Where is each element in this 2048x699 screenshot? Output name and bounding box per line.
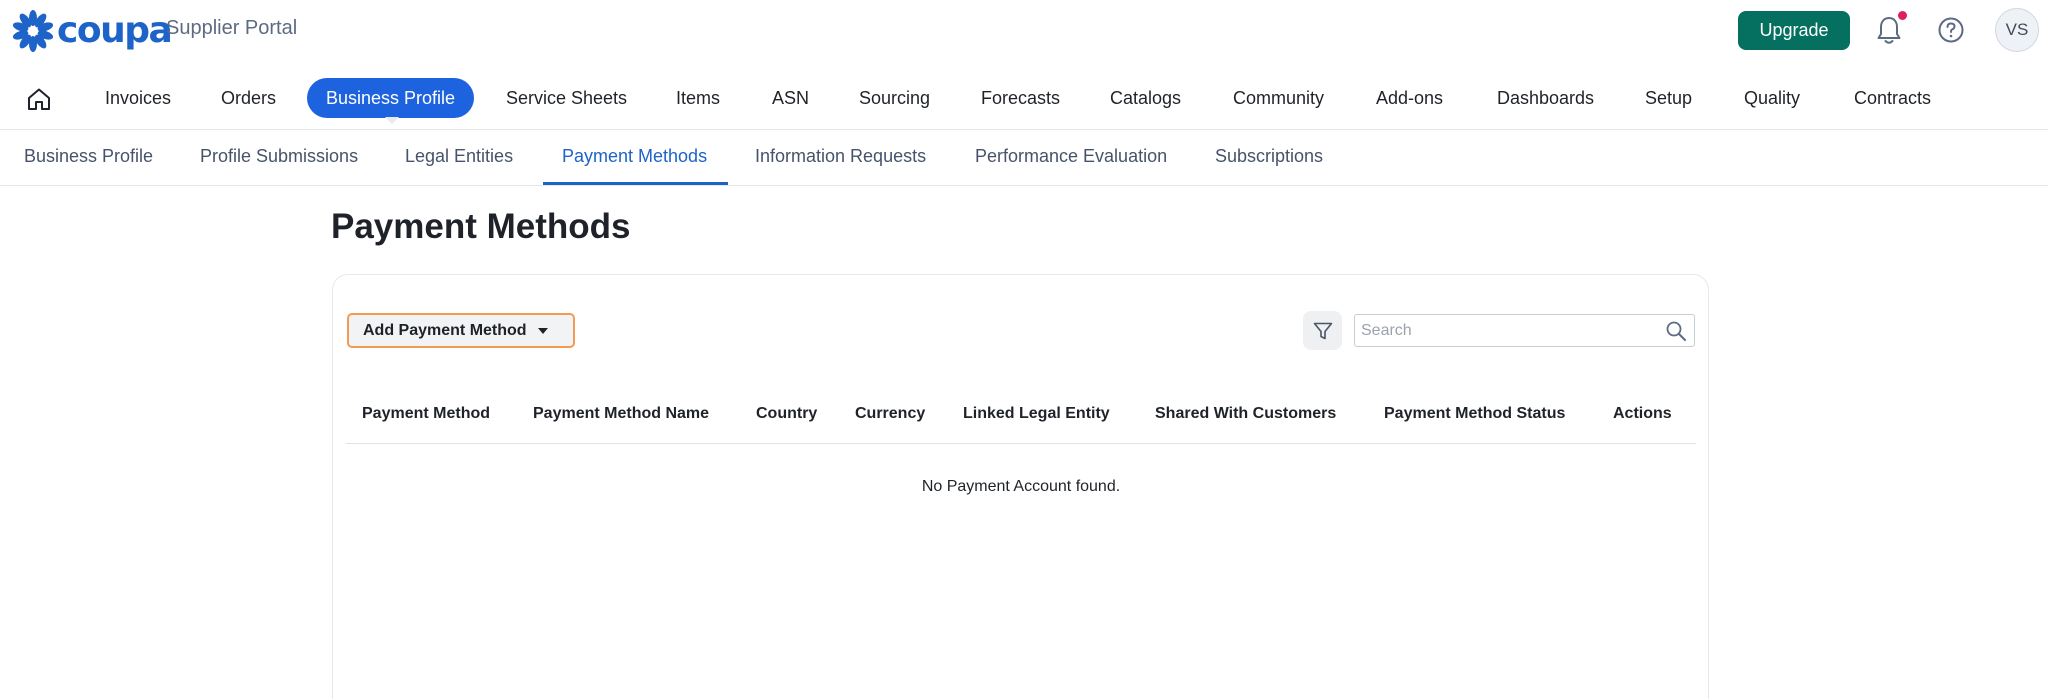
main-nav: Invoices Orders Business Profile Service… [0, 78, 2048, 120]
nav-item-quality[interactable]: Quality [1744, 78, 1800, 118]
tab-information-requests[interactable]: Information Requests [755, 146, 926, 167]
page-title: Payment Methods [331, 207, 631, 246]
tab-profile-submissions[interactable]: Profile Submissions [200, 146, 358, 167]
home-icon[interactable] [26, 86, 52, 112]
help-icon[interactable] [1937, 16, 1965, 44]
nav-item-setup[interactable]: Setup [1645, 78, 1692, 118]
filter-icon [1313, 322, 1332, 339]
column-header[interactable]: Payment Method [362, 405, 490, 423]
nav-item-invoices[interactable]: Invoices [105, 78, 171, 118]
nav-item-items[interactable]: Items [676, 78, 720, 118]
tab-subscriptions[interactable]: Subscriptions [1215, 146, 1323, 167]
search-icon[interactable] [1665, 320, 1687, 342]
tab-legal-entities[interactable]: Legal Entities [405, 146, 513, 167]
top-header: coupa Supplier Portal Upgrade VS [0, 0, 2048, 60]
add-payment-method-button[interactable]: Add Payment Method [347, 313, 575, 348]
tab-payment-methods[interactable]: Payment Methods [562, 146, 707, 167]
nav-item-add-ons[interactable]: Add-ons [1376, 78, 1443, 118]
caret-down-icon [537, 327, 548, 334]
tab-business-profile[interactable]: Business Profile [24, 146, 153, 167]
active-nav-pointer [385, 117, 399, 124]
upgrade-button[interactable]: Upgrade [1738, 11, 1850, 50]
add-payment-method-label: Add Payment Method [363, 321, 527, 339]
sub-nav: Business Profile Profile Submissions Leg… [0, 130, 2048, 185]
empty-state-message: No Payment Account found. [921, 478, 1121, 495]
column-header[interactable]: Actions [1613, 405, 1672, 423]
search-field [1354, 314, 1695, 347]
filter-button[interactable] [1303, 311, 1342, 350]
column-header[interactable]: Shared With Customers [1155, 405, 1336, 423]
column-header[interactable]: Linked Legal Entity [963, 405, 1110, 423]
nav-item-business-profile[interactable]: Business Profile [307, 78, 475, 118]
nav-item-asn[interactable]: ASN [772, 78, 809, 118]
nav-item-community[interactable]: Community [1233, 78, 1324, 118]
table-header-divider [346, 443, 1696, 444]
notification-badge [1898, 11, 1907, 20]
user-avatar[interactable]: VS [1995, 8, 2039, 52]
nav-item-forecasts[interactable]: Forecasts [981, 78, 1060, 118]
nav-item-contracts[interactable]: Contracts [1854, 78, 1931, 118]
column-header[interactable]: Country [756, 405, 817, 423]
nav-item-catalogs[interactable]: Catalogs [1110, 78, 1181, 118]
nav-item-service-sheets[interactable]: Service Sheets [506, 78, 627, 118]
logo-wordmark: coupa [57, 10, 173, 51]
tab-performance-evaluation[interactable]: Performance Evaluation [975, 146, 1167, 167]
search-input[interactable] [1361, 315, 1651, 346]
coupa-logo[interactable]: coupa [10, 8, 173, 54]
column-header[interactable]: Payment Method Name [533, 405, 709, 423]
nav-item-sourcing[interactable]: Sourcing [859, 78, 930, 118]
nav-item-dashboards[interactable]: Dashboards [1497, 78, 1594, 118]
coupa-logo-icon [12, 10, 54, 52]
column-header[interactable]: Payment Method Status [1384, 405, 1565, 423]
subnav-divider [0, 185, 2048, 186]
nav-item-orders[interactable]: Orders [221, 78, 276, 118]
portal-label: Supplier Portal [166, 17, 298, 39]
column-header[interactable]: Currency [855, 405, 925, 423]
